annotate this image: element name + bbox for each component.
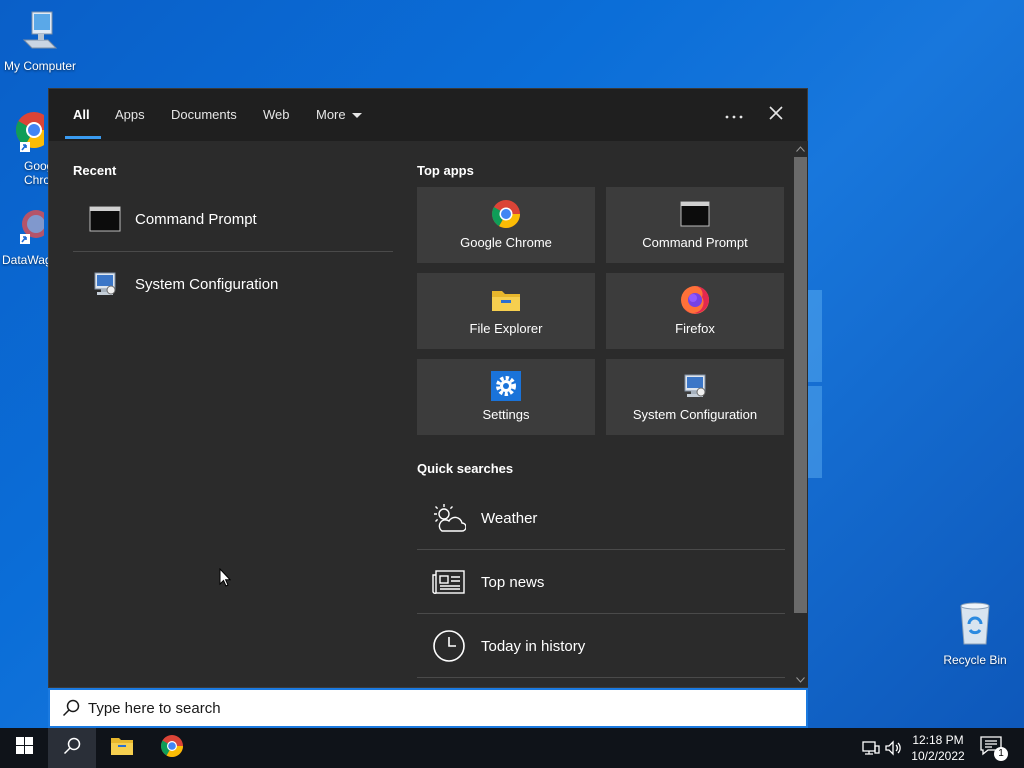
desktop-icon-recycle-bin[interactable]: Recycle Bin [935, 602, 1015, 667]
quick-search-label: Top news [481, 573, 545, 591]
system-configuration-icon [680, 371, 710, 401]
folder-icon [491, 285, 521, 315]
tab-more-label: More [316, 107, 346, 122]
quick-search-label: Weather [481, 509, 538, 527]
weather-icon [431, 500, 467, 536]
quick-search-today-in-history[interactable]: Today in history [417, 614, 785, 678]
search-panel: All Apps Documents Web More Recent Comma… [48, 88, 808, 688]
notification-badge: 1 [994, 747, 1008, 761]
scrollbar[interactable] [793, 141, 808, 687]
chevron-down-icon [351, 113, 362, 119]
search-icon [63, 737, 81, 760]
top-apps-heading: Top apps [417, 163, 474, 178]
top-app-settings[interactable]: Settings [417, 359, 595, 435]
desktop-icon-my-computer[interactable]: My Computer [0, 10, 80, 73]
notifications-button[interactable]: 1 [980, 736, 1008, 761]
top-app-label: Firefox [675, 321, 715, 336]
news-icon [431, 564, 467, 600]
recent-heading: Recent [73, 163, 117, 178]
top-app-label: File Explorer [469, 321, 543, 336]
windows-icon [15, 737, 33, 759]
scroll-up-arrow-icon[interactable] [793, 141, 808, 156]
command-prompt-icon [680, 199, 710, 229]
tab-more[interactable]: More [316, 107, 362, 122]
search-input[interactable]: Type here to search [48, 688, 808, 728]
chrome-icon [491, 199, 521, 229]
datawag-icon [0, 206, 52, 249]
search-placeholder: Type here to search [88, 699, 221, 717]
taskbar-chrome[interactable] [148, 728, 196, 768]
file-explorer-icon [110, 736, 134, 761]
top-app-label: System Configuration [632, 407, 758, 422]
top-app-command-prompt[interactable]: Command Prompt [606, 187, 784, 263]
command-prompt-icon [89, 203, 121, 235]
search-tabs: All Apps Documents Web More [49, 89, 807, 141]
divider [417, 677, 785, 678]
tab-web[interactable]: Web [263, 107, 290, 122]
scrollbar-thumb[interactable] [794, 157, 807, 613]
system-clock[interactable]: 12:18 PM 10/2/2022 [900, 732, 976, 764]
gear-icon [491, 371, 521, 401]
wallpaper-light-beam [808, 386, 822, 478]
recent-item-system-configuration[interactable]: System Configuration [73, 254, 393, 314]
divider [73, 251, 393, 252]
clock-time: 12:18 PM [912, 733, 964, 747]
chrome-icon [0, 108, 54, 155]
close-icon [769, 105, 783, 125]
computer-icon [0, 10, 80, 55]
firefox-icon [680, 285, 710, 315]
tab-all[interactable]: All [73, 107, 90, 122]
quick-search-label: Today in history [481, 637, 586, 655]
close-button[interactable] [760, 99, 792, 131]
recent-item-command-prompt[interactable]: Command Prompt [73, 189, 393, 249]
top-app-label: Settings [482, 407, 530, 422]
clock-date: 10/2/2022 [911, 749, 965, 763]
desktop-icon-label: Goog Chron [24, 159, 54, 187]
more-options-button[interactable] [718, 99, 750, 131]
taskbar: 12:18 PM 10/2/2022 1 [0, 728, 1024, 768]
top-app-firefox[interactable]: Firefox [606, 273, 784, 349]
top-app-label: Command Prompt [642, 235, 748, 250]
top-app-google-chrome[interactable]: Google Chrome [417, 187, 595, 263]
quick-searches-heading: Quick searches [417, 461, 514, 476]
desktop-icon-label: Recycle Bin [943, 653, 1007, 667]
quick-search-top-news[interactable]: Top news [417, 550, 785, 614]
wallpaper-light-beam [808, 290, 822, 382]
tab-apps[interactable]: Apps [115, 107, 145, 122]
top-app-file-explorer[interactable]: File Explorer [417, 273, 595, 349]
mouse-cursor-icon [219, 567, 232, 592]
system-configuration-icon [89, 268, 121, 300]
chrome-icon [160, 734, 184, 763]
desktop-icon-google-chrome[interactable]: Goog Chron [0, 108, 54, 187]
search-icon [60, 697, 82, 719]
desktop-icon-label: My Computer [3, 59, 77, 73]
top-app-label: Google Chrome [460, 235, 552, 250]
desktop-icon-label: DataWag [2, 253, 52, 267]
top-app-system-configuration[interactable]: System Configuration [606, 359, 784, 435]
start-button[interactable] [0, 728, 48, 768]
recent-item-label: Command Prompt [135, 210, 257, 228]
ellipsis-icon [725, 106, 743, 124]
desktop-icon-datawag[interactable]: DataWag [0, 206, 52, 267]
recent-item-label: System Configuration [135, 275, 279, 293]
scroll-down-arrow-icon[interactable] [793, 672, 808, 687]
taskbar-search-button[interactable] [48, 728, 96, 768]
recycle-bin-icon [935, 602, 1015, 649]
clock-icon [431, 628, 467, 664]
taskbar-file-explorer[interactable] [98, 728, 146, 768]
tab-documents[interactable]: Documents [171, 107, 237, 122]
active-tab-indicator [65, 136, 101, 139]
quick-search-weather[interactable]: Weather [417, 486, 785, 550]
network-icon[interactable] [861, 738, 881, 758]
